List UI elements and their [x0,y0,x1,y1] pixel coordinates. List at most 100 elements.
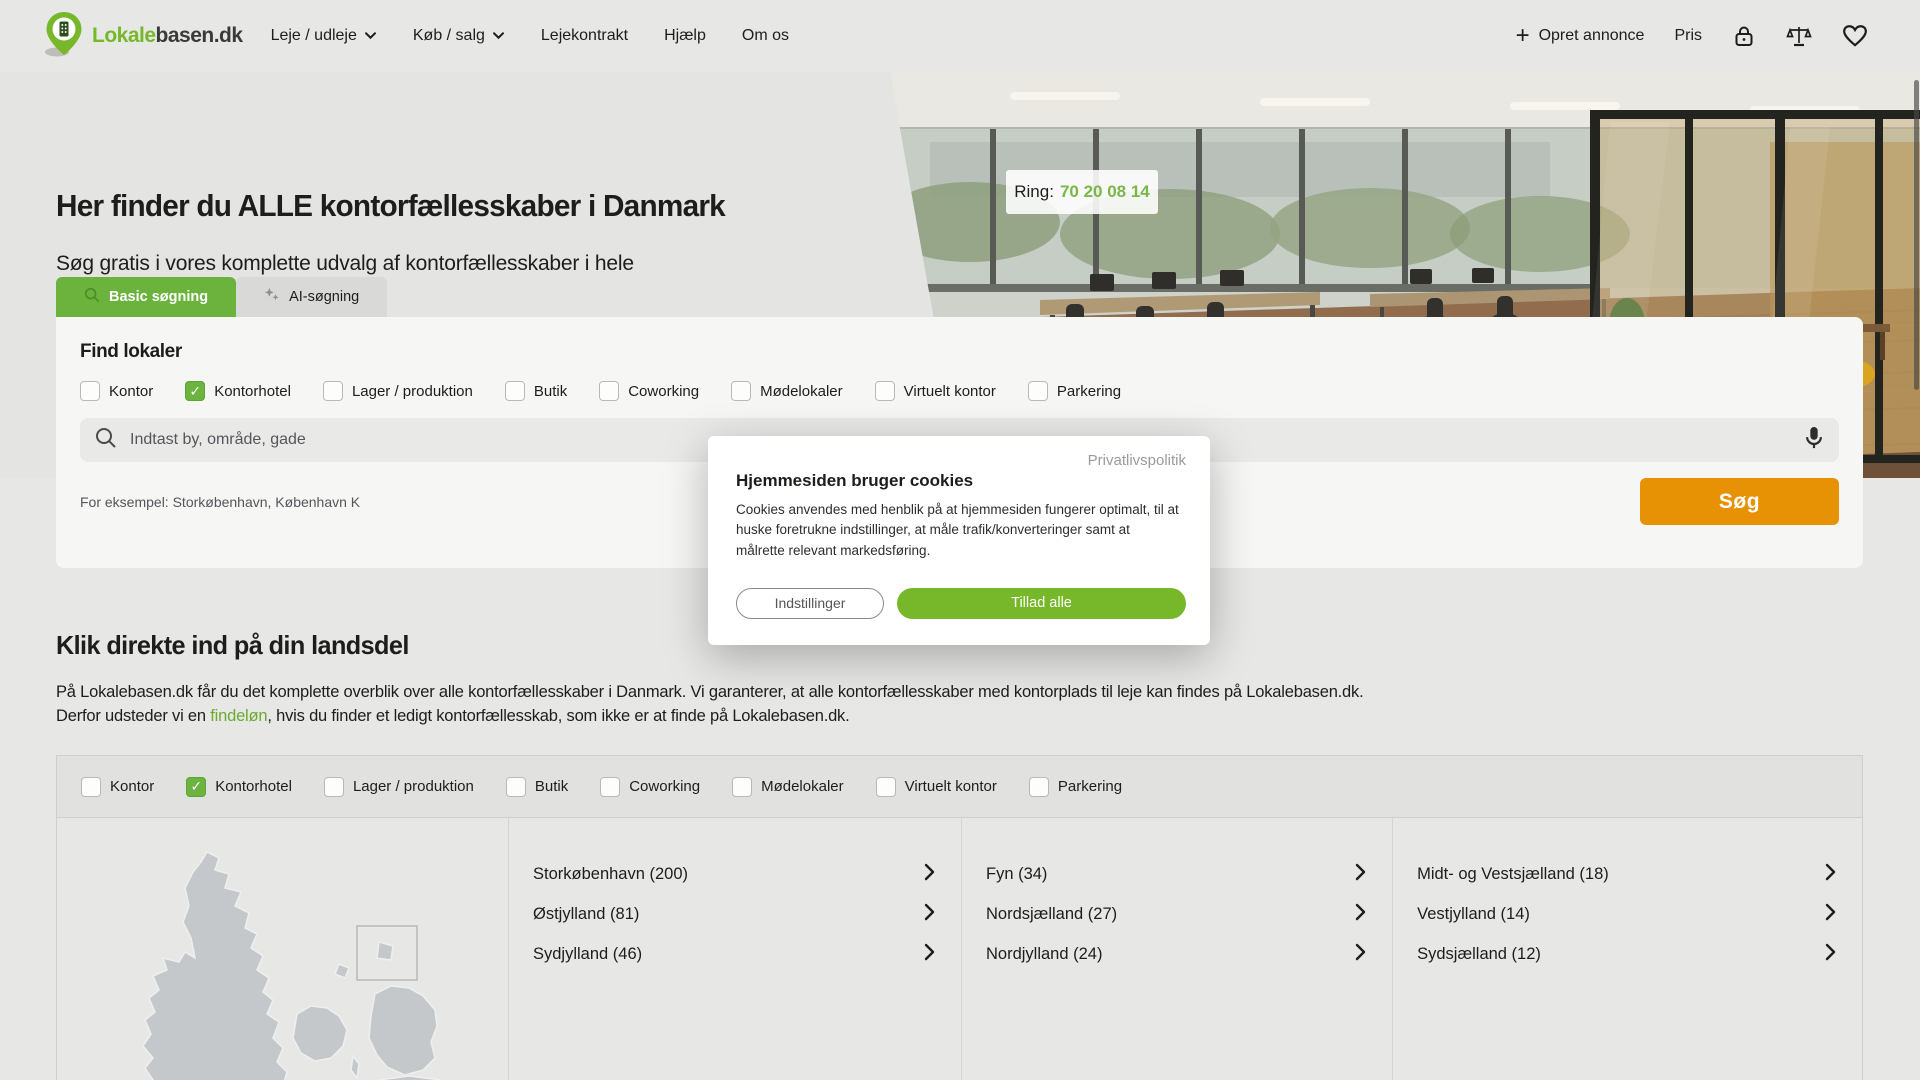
find-lokaler-heading: Find lokaler [80,341,1839,363]
chevron-right-icon [1825,903,1836,926]
checkbox-unchecked[interactable] [1029,777,1049,797]
region-link-stjylland-81[interactable]: Østjylland (81) [509,894,961,934]
login-lock-icon[interactable] [1732,24,1756,48]
logo-wordmark: Lokalebasen.dk [92,24,243,48]
filter-lager-produktion[interactable]: Lager / produktion [323,381,473,401]
filter-butik[interactable]: Butik [506,777,568,797]
tab-basic-search[interactable]: Basic søgning [56,277,236,317]
nav-item-leje-udleje[interactable]: Leje / udleje [271,27,377,45]
create-listing-button[interactable]: + Opret annonce [1516,24,1645,48]
checkbox-unchecked[interactable] [732,777,752,797]
top-navigation-bar: Lokalebasen.dk Leje / udlejeKøb / salgLe… [0,0,1920,72]
region-link-midt-og-vestsj-lland-18[interactable]: Midt- og Vestsjælland (18) [1393,854,1862,894]
region-column-1: Storkøbenhavn (200)Østjylland (81)Sydjyl… [508,818,961,1080]
checkbox-unchecked[interactable] [1028,381,1048,401]
region-link-nordsj-lland-27[interactable]: Nordsjælland (27) [962,894,1392,934]
chevron-right-icon [924,903,935,926]
plus-icon: + [1516,24,1530,48]
checkbox-checked[interactable]: ✓ [185,381,205,401]
checkbox-unchecked[interactable] [81,777,101,797]
filter-kontor[interactable]: Kontor [81,777,154,797]
checkbox-unchecked[interactable] [324,777,344,797]
chevron-right-icon [924,943,935,966]
main-nav: Leje / udleje Køb / salg Lejekontrakt Hjælp… [271,27,789,45]
regions-container: Kontor ✓Kontorhotel Lager / produktion Buti… [56,755,1863,1080]
chevron-right-icon [1825,943,1836,966]
chevron-down-icon [492,27,505,45]
phone-number-link[interactable]: 70 20 08 14 [1060,182,1150,202]
search-submit-button[interactable]: Søg [1640,478,1839,525]
filter-kontorhotel[interactable]: ✓Kontorhotel [185,381,291,401]
chevron-right-icon [1355,943,1366,966]
region-link-nordjylland-24[interactable]: Nordjylland (24) [962,934,1392,974]
landsdel-heading: Klik direkte ind på din landsdel [56,630,409,661]
favorites-heart-icon[interactable] [1842,24,1868,48]
filter-coworking[interactable]: Coworking [600,777,700,797]
lokalebasen-logo[interactable]: Lokalebasen.dk [44,11,243,62]
filter-butik[interactable]: Butik [505,381,567,401]
nav-item-om-os[interactable]: Om os [742,27,789,45]
denmark-map [57,818,508,1080]
region-link-stork-benhavn-200[interactable]: Storkøbenhavn (200) [509,854,961,894]
filter-m-delokaler[interactable]: Mødelokaler [731,381,843,401]
lokalebasen-homepage: Lokalebasen.dk Leje / udlejeKøb / salgLe… [0,0,1920,1080]
region-link-fyn-34[interactable]: Fyn (34) [962,854,1392,894]
chevron-right-icon [1355,863,1366,886]
checkbox-unchecked[interactable] [600,777,620,797]
map-pin-building-icon [44,11,84,62]
nav-item-lejekontrakt[interactable]: Lejekontrakt [541,27,628,45]
filter-m-delokaler[interactable]: Mødelokaler [732,777,844,797]
nav-item-hj-lp[interactable]: Hjælp [664,27,706,45]
compare-scales-icon[interactable] [1786,24,1812,48]
hero-title: Her finder du ALLE kontorfællesskaber i … [56,188,725,224]
region-link-vestjylland-14[interactable]: Vestjylland (14) [1393,894,1862,934]
filter-virtuelt-kontor[interactable]: Virtuelt kontor [875,381,996,401]
checkbox-unchecked[interactable] [80,381,100,401]
findelon-link[interactable]: findeløn [210,707,267,725]
call-phone-chip: Ring: 70 20 08 14 [1006,170,1158,214]
checkbox-unchecked[interactable] [875,381,895,401]
chevron-down-icon [364,27,377,45]
header-actions: + Opret annonce Pris [1516,24,1868,48]
pricing-link[interactable]: Pris [1674,27,1702,45]
cookie-settings-button[interactable]: Indstillinger [736,588,884,619]
cookie-dialog-body: Cookies anvendes med henblik på at hjemm… [736,500,1186,561]
regions-filter-bar: Kontor ✓Kontorhotel Lager / produktion Buti… [57,756,1862,818]
chevron-right-icon [924,863,935,886]
checkbox-unchecked[interactable] [876,777,896,797]
microphone-icon[interactable] [1803,425,1825,456]
filter-parkering[interactable]: Parkering [1028,381,1121,401]
cookie-dialog-buttons: Indstillinger Tillad alle [736,588,1186,619]
sparkles-icon [264,287,280,307]
cookie-dialog-title: Hjemmesiden bruger cookies [736,471,1186,491]
privacy-policy-link[interactable]: Privatlivspolitik [736,452,1186,469]
nav-item-k-b-salg[interactable]: Køb / salg [413,27,505,45]
region-link-sydsj-lland-12[interactable]: Sydsjælland (12) [1393,934,1862,974]
cookie-consent-dialog: Privatlivspolitik Hjemmesiden bruger coo… [708,436,1210,645]
filter-virtuelt-kontor[interactable]: Virtuelt kontor [876,777,997,797]
filter-parkering[interactable]: Parkering [1029,777,1122,797]
tab-ai-search[interactable]: AI-søgning [236,277,387,317]
region-column-2: Fyn (34)Nordsjælland (27)Nordjylland (24… [961,818,1392,1080]
cookie-accept-all-button[interactable]: Tillad alle [897,588,1186,619]
checkbox-unchecked[interactable] [506,777,526,797]
search-icon [84,287,100,307]
filter-kontorhotel[interactable]: ✓Kontorhotel [186,777,292,797]
search-icon [94,426,118,455]
scrollbar-thumb[interactable] [1914,80,1919,390]
checkbox-unchecked[interactable] [323,381,343,401]
chevron-right-icon [1355,903,1366,926]
checkbox-unchecked[interactable] [505,381,525,401]
regions-body: Storkøbenhavn (200)Østjylland (81)Sydjyl… [57,818,1862,1080]
region-link-sydjylland-46[interactable]: Sydjylland (46) [509,934,961,974]
search-example-text: For eksempel: Storkøbenhavn, København K [80,494,360,510]
filter-coworking[interactable]: Coworking [599,381,699,401]
checkbox-unchecked[interactable] [731,381,751,401]
checkbox-checked[interactable]: ✓ [186,777,206,797]
checkbox-unchecked[interactable] [599,381,619,401]
property-type-filters: Kontor ✓Kontorhotel Lager / produktion Buti… [80,381,1839,401]
filter-lager-produktion[interactable]: Lager / produktion [324,777,474,797]
property-type-filters: Kontor ✓Kontorhotel Lager / produktion Buti… [81,777,1122,797]
filter-kontor[interactable]: Kontor [80,381,153,401]
search-mode-tabs: Basic søgning AI-søgning [56,277,387,317]
